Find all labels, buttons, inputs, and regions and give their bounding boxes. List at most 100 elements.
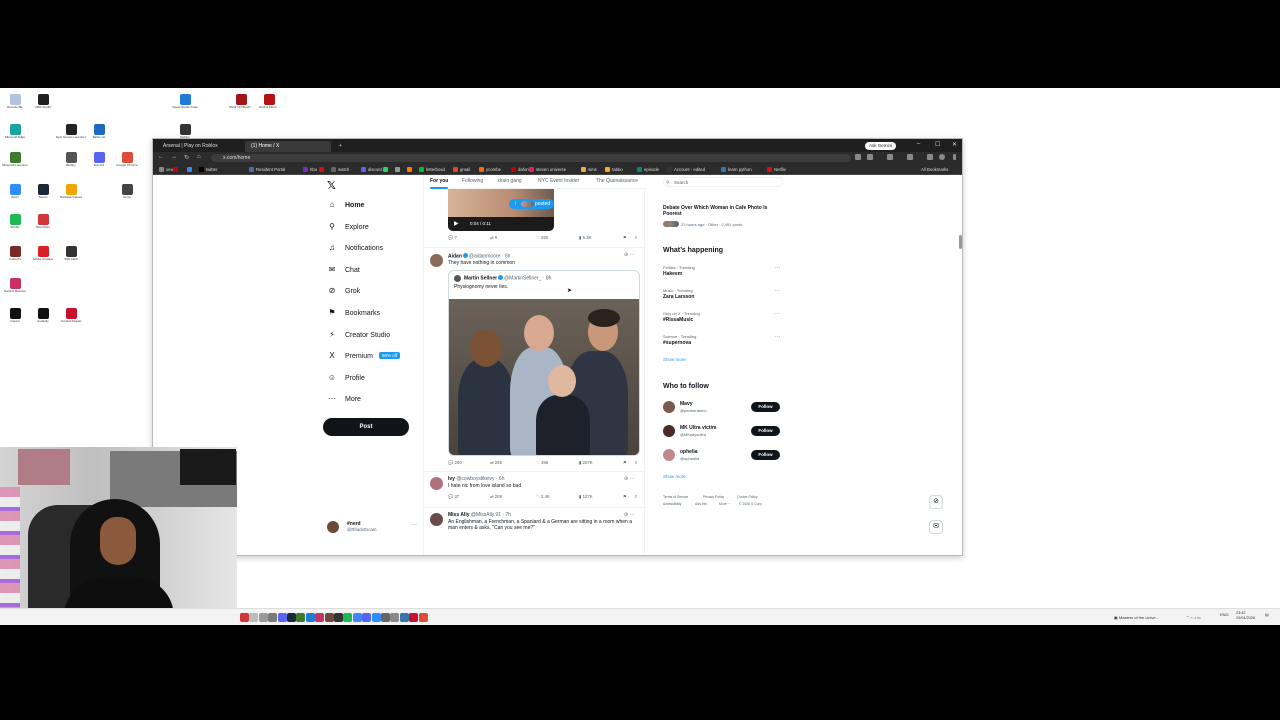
grok-icon-and-more-options[interactable]: ⊘ ··· [624, 252, 635, 258]
minecraft-icon[interactable] [296, 613, 306, 622]
trend-name[interactable]: Zara Larsson [663, 294, 694, 300]
tab-x-home[interactable]: (1) Home / X [245, 141, 331, 152]
bookmark-item[interactable]: twitter [199, 166, 217, 173]
desktop-icon[interactable]: Recycle Bin [0, 94, 30, 110]
task-view-icon[interactable] [258, 613, 268, 622]
bookmark-item[interactable] [383, 166, 390, 173]
avatar[interactable] [663, 449, 675, 461]
feed-tab[interactable]: The Quenaissance [596, 178, 638, 184]
bookmark-item[interactable]: Account - edited [667, 166, 705, 173]
footer-link[interactable]: Ads info [695, 502, 707, 506]
desktop-icon[interactable]: Dark & Moon... [254, 94, 284, 110]
desktop-icon[interactable]: DaVinci Resolve [0, 278, 30, 294]
back-icon[interactable]: ← [158, 154, 164, 160]
trend-name[interactable]: #supernova [663, 340, 691, 346]
trend-name[interactable]: #RissaMusic [663, 317, 693, 323]
extension-icon[interactable] [855, 154, 861, 160]
tab-arsenal[interactable]: Arsenal | Play on Roblox [157, 141, 243, 152]
desktop-icon[interactable]: Discord [84, 152, 114, 168]
clock[interactable]: 23:42 20/04/2026 [1236, 611, 1255, 620]
settings-icon[interactable] [381, 613, 390, 622]
footer-link[interactable]: Cookie Policy [737, 495, 758, 499]
tweet[interactable]: Miss Ally @MissAlly.91 · 7h ⊘ ··· An Eng… [424, 507, 646, 555]
terminal-icon[interactable] [334, 613, 343, 622]
desktop-icon[interactable]: Zoom [0, 184, 30, 200]
footer-link[interactable]: Terms of Service [663, 495, 688, 499]
repost-button[interactable]: ⇄ 255 [490, 460, 502, 466]
grok-icon-and-more-options[interactable]: ⊘ ··· [624, 512, 635, 518]
bookmark-icon[interactable]: ⚑ [623, 494, 627, 500]
bookmark-item[interactable] [395, 166, 402, 173]
spotify-icon[interactable] [343, 613, 353, 622]
nav-grok[interactable]: ⊘ Grok [327, 283, 361, 299]
avatar[interactable] [663, 425, 675, 437]
sidepanel-icon[interactable] [907, 154, 913, 160]
menu-icon[interactable] [953, 154, 956, 160]
desktop-icon[interactable]: Blobby [56, 152, 86, 168]
tweet[interactable]: Aidan @aidanmoore · 6h ⊘ ··· They have no… [424, 247, 646, 473]
search-icon[interactable] [249, 613, 259, 622]
top-story-title[interactable]: Debate Over Which Woman in Cafe Photo Is… [663, 205, 783, 217]
feed-tab[interactable]: Following [462, 178, 483, 184]
play-icon[interactable]: ▶ [454, 220, 459, 227]
desktop-icon[interactable]: Google Chrome [112, 152, 142, 168]
reload-icon[interactable]: ↻ [184, 154, 189, 161]
bookmark-item[interactable]: ueu [159, 166, 173, 173]
new-tab-button[interactable]: + [333, 141, 348, 152]
grok-icon-and-more-options[interactable]: ⊘ ··· [624, 476, 635, 482]
share-icon[interactable]: ⇪ [634, 235, 638, 241]
bookmark-item[interactable]: Netflix [767, 166, 786, 173]
bookmark-item[interactable] [319, 166, 326, 173]
views-button[interactable]: ▮ 127K [579, 494, 593, 500]
reply-button[interactable]: 💬 200 [448, 460, 462, 466]
widgets-icon[interactable] [268, 613, 278, 622]
bookmark-item[interactable]: episode [637, 166, 659, 173]
show-more-follows[interactable]: Show more [663, 474, 686, 479]
bookmark-item[interactable]: ycombe [479, 166, 501, 173]
desktop-icon[interactable]: Adobe Creative [28, 246, 58, 262]
like-button[interactable]: ♡ 496 [536, 460, 548, 466]
roblox-icon[interactable] [418, 613, 428, 622]
nav-explore[interactable]: ⚲ Explore [327, 219, 369, 235]
show-more-trends[interactable]: Show more [663, 357, 686, 362]
discord-icon[interactable] [362, 613, 372, 622]
reply-button[interactable]: 💬 7 [448, 235, 457, 241]
davinci-icon[interactable] [315, 613, 325, 622]
nav-home[interactable]: ⌂ Home [327, 197, 365, 213]
feed-tab[interactable]: drain gang [498, 178, 522, 184]
vscode-icon[interactable] [305, 613, 315, 622]
video-player[interactable]: ▶ 0:04 / 0:11 [448, 189, 554, 231]
desktop-icon[interactable]: Rockstar Games [56, 184, 86, 200]
discord-icon[interactable] [277, 613, 287, 622]
tweet-author[interactable]: Aidan @aidanmoore · 6h [448, 253, 510, 260]
tweet-author[interactable]: Ivy @cowboyslikeivy · 6h [448, 476, 505, 482]
chrome-icon[interactable] [240, 613, 249, 622]
more-options-icon[interactable]: ··· [411, 522, 417, 528]
more-options-icon[interactable]: ··· [775, 288, 780, 294]
desktop-icon[interactable]: Microsoft Edge [0, 124, 30, 140]
bookmark-icon[interactable]: ⚑ [623, 460, 627, 466]
grok-float-button[interactable]: ⊘ [929, 495, 943, 509]
bookmark-item[interactable]: sims [581, 166, 597, 173]
zoom-icon[interactable] [371, 613, 381, 622]
footer-link[interactable]: © 2026 X Corp. [739, 502, 762, 506]
nav-premium[interactable]: X Premium 50% off [327, 348, 401, 364]
feed-tab[interactable]: For you [430, 178, 449, 189]
share-icon[interactable]: ⇪ [634, 460, 638, 466]
nav-bookmarks[interactable]: ⚑ Bookmarks [327, 305, 380, 321]
minimize-button[interactable]: – [917, 141, 920, 147]
follow-name[interactable]: MK Ultra victim [680, 425, 716, 431]
extension-icon[interactable] [887, 154, 893, 160]
desktop-icon[interactable]: Epic Games Launcher [56, 124, 86, 140]
maximize-button[interactable]: ☐ [935, 141, 940, 148]
nav-profile[interactable]: ☺ Profile [327, 370, 365, 386]
account-switcher[interactable]: #nerd @Rhack81cam ··· [327, 519, 423, 535]
edge-icon[interactable] [352, 613, 362, 622]
download-icon[interactable] [927, 154, 933, 160]
footer-link[interactable]: More ··· [719, 502, 731, 506]
bookmark-item[interactable]: letterboxd [419, 166, 445, 173]
notification-icon[interactable]: ▤ [1265, 612, 1269, 617]
footer-link[interactable]: Privacy Policy [703, 495, 724, 499]
all-bookmarks[interactable]: All Bookmarks [921, 166, 948, 173]
follow-button[interactable]: Follow [751, 402, 780, 412]
